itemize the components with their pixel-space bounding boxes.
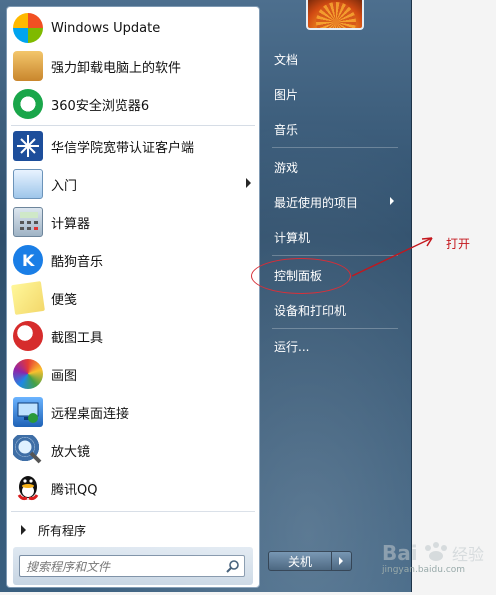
sticky-notes-icon [11,281,45,315]
app-item-label: 酷狗音乐 [51,254,104,270]
calculator-icon [13,207,43,237]
app-item-paint[interactable]: 画图 [11,357,255,391]
app-item-sticky-notes[interactable]: 便笺 [11,281,255,315]
app-item-getting-started[interactable]: 入门 [11,167,255,201]
360-browser-icon [13,89,43,119]
user-avatar[interactable] [306,0,364,30]
app-item-label: 截图工具 [51,330,104,346]
right-item-label: 计算机 [274,230,311,245]
right-separator [272,147,398,148]
app-item-label: 华信学院宽带认证客户端 [51,140,195,156]
right-item-run[interactable]: 运行... [268,333,400,359]
search-area [13,547,253,585]
app-item-label: 放大镜 [51,444,91,460]
right-separator [272,328,398,329]
right-item-label: 图片 [274,87,299,102]
shutdown-button[interactable]: 关机 [268,551,332,571]
right-item-label: 设备和打印机 [274,303,347,318]
annotation-text: 打开 [446,237,471,251]
app-item-snipping-tool[interactable]: 截图工具 [11,319,255,353]
broadband-client-icon [13,131,43,161]
start-menu: Windows Update 强力卸载电脑上的软件 360安全浏览器6 华信学院… [0,0,412,592]
right-item-recent-items[interactable]: 最近使用的项目 [268,189,400,215]
shutdown-group: 关机 [268,551,356,571]
app-item-label: 远程桌面连接 [51,406,130,422]
right-item-label: 最近使用的项目 [274,195,359,210]
app-item-uninstaller[interactable]: 强力卸载电脑上的软件 [11,49,255,83]
snipping-tool-icon [13,321,43,351]
app-item-label: 入门 [51,178,78,194]
app-item-label: 360安全浏览器6 [51,98,150,114]
right-item-label: 运行... [274,339,310,354]
right-item-pictures[interactable]: 图片 [268,81,400,107]
right-item-label: 音乐 [274,122,299,137]
app-item-broadband-client[interactable]: 华信学院宽带认证客户端 [11,129,255,163]
app-item-kugou[interactable]: K 酷狗音乐 [11,243,255,277]
chevron-right-icon [21,525,26,535]
pinned-separator [11,125,255,126]
svg-text:经验: 经验 [452,545,484,564]
app-item-calculator[interactable]: 计算器 [11,205,255,239]
submenu-arrow-icon [390,197,394,205]
page: Windows Update 强力卸载电脑上的软件 360安全浏览器6 华信学院… [0,0,496,595]
svg-text:K: K [22,251,35,270]
left-program-panel: Windows Update 强力卸载电脑上的软件 360安全浏览器6 华信学院… [6,6,260,588]
app-item-label: 便笺 [51,292,78,308]
qq-penguin-icon [13,473,43,503]
baidu-watermark-logo-icon: Bai 经验 [382,541,484,565]
right-item-label: 控制面板 [274,268,323,283]
app-item-label: 强力卸载电脑上的软件 [51,60,182,76]
right-item-music[interactable]: 音乐 [268,116,400,142]
right-item-games[interactable]: 游戏 [268,154,400,180]
app-item-label: 画图 [51,368,78,384]
annotation-arrow-icon [351,237,433,277]
app-item-windows-update[interactable]: Windows Update [11,11,255,45]
app-item-label: 计算器 [51,216,91,232]
right-item-documents[interactable]: 文档 [268,46,400,72]
all-programs-label: 所有程序 [38,523,87,538]
kugou-music-icon: K [13,245,43,275]
shutdown-options-button[interactable] [332,551,352,571]
paint-icon [13,359,43,389]
svg-text:Bai: Bai [382,541,418,565]
search-input[interactable] [24,557,218,577]
magnifier-icon [13,435,43,465]
app-item-remote-desktop[interactable]: 远程桌面连接 [11,395,255,429]
getting-started-icon [13,169,43,199]
app-item-magnifier[interactable]: 放大镜 [11,433,255,467]
right-item-label: 文档 [274,52,299,67]
right-item-devices-printers[interactable]: 设备和打印机 [268,297,400,323]
app-item-label: 腾讯QQ [51,482,98,498]
app-item-qq[interactable]: 腾讯QQ [11,471,255,505]
search-box[interactable] [19,555,245,577]
all-programs-button[interactable]: 所有程序 [11,519,255,541]
windows-update-icon [13,13,43,43]
remote-desktop-icon [13,397,43,427]
uninstaller-box-icon [13,51,43,81]
watermark-url: jingyan.baidu.com [382,565,466,575]
app-item-360-browser[interactable]: 360安全浏览器6 [11,87,255,121]
submenu-arrow-icon [246,178,251,188]
all-programs-separator [11,511,255,512]
right-item-label: 游戏 [274,160,299,175]
app-item-label: Windows Update [51,20,161,36]
search-icon[interactable] [226,559,240,573]
